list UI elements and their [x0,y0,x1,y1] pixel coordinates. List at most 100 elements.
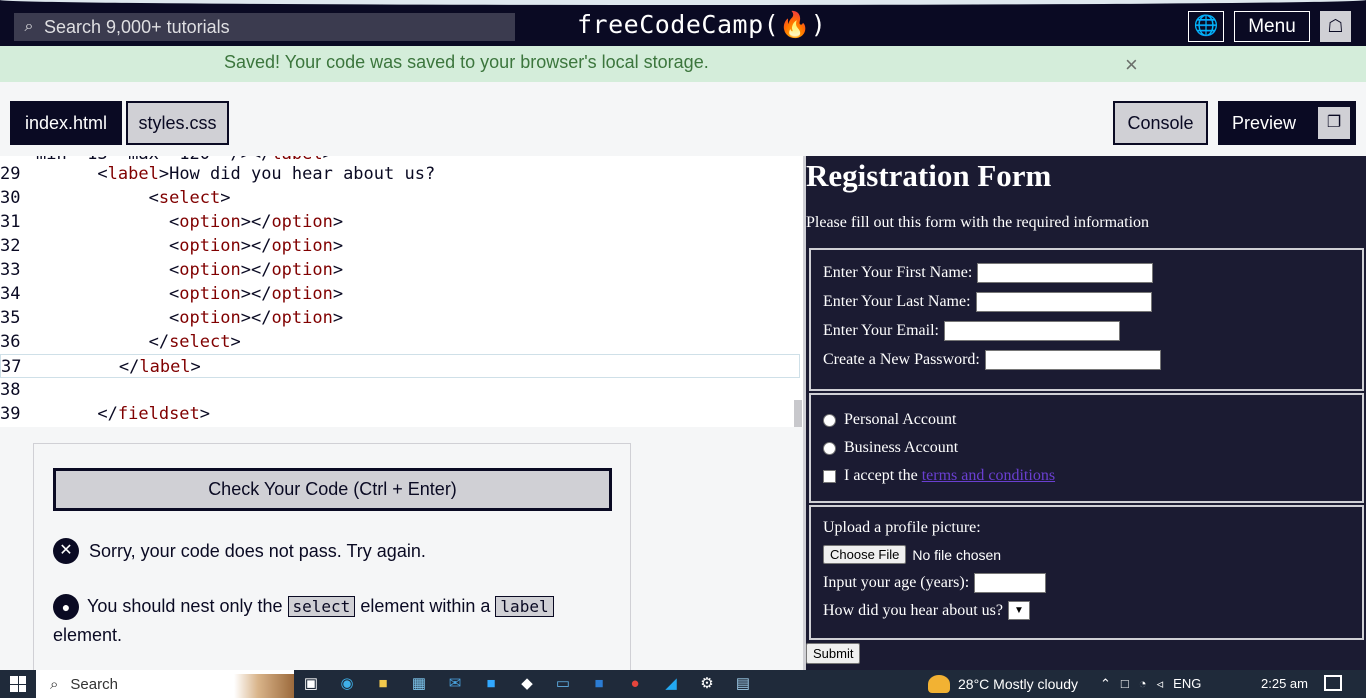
weather-widget[interactable]: 28°C Mostly cloudy [928,675,1078,693]
no-file-text: No file chosen [912,546,1002,563]
task-view-icon[interactable]: ▣ [300,674,322,694]
close-icon[interactable]: × [1125,52,1138,78]
line-number: 34 [0,284,21,304]
code-line[interactable]: 38 [0,378,800,402]
pane-divider[interactable] [803,156,806,670]
tab-index-html[interactable]: index.html [10,101,122,145]
line-number: 32 [0,236,21,256]
fail-text: Sorry, your code does not pass. Try agai… [89,540,426,561]
windows-start-icon[interactable] [10,676,26,692]
code-text: <option></option> [36,284,344,304]
fcc-logo[interactable]: freeCodeCamp(🔥) [577,10,826,40]
age-field[interactable] [974,573,1047,593]
submit-button[interactable]: Submit [806,643,861,664]
business-account-radio[interactable] [823,441,836,455]
hint-suffix: element. [53,625,123,645]
code-editor[interactable]: min="13" max="120" /></label> 29 <label>… [0,156,803,427]
fieldset-account: Personal Account Business Account I acce… [809,393,1364,503]
flash-text: Saved! Your code was saved to your brows… [224,52,709,72]
code-line[interactable]: 32 <option></option> [0,234,800,258]
network-icon[interactable]: □ [1121,676,1129,692]
preview-label: Preview [1232,113,1297,133]
edge-browser-icon[interactable]: ◉ [336,674,358,694]
code-line[interactable]: 30 <select> [0,186,800,210]
lightbulb-icon: ● [53,594,79,621]
code-text: <option></option> [36,236,344,256]
terms-link[interactable]: terms and conditions [922,467,1055,485]
code-line[interactable]: 33 <option></option> [0,258,800,282]
console-button[interactable]: Console [1113,101,1208,145]
choose-file-button[interactable]: Choose File [823,545,907,564]
search-input[interactable]: ⌕ Search 9,000+ tutorials [14,13,515,41]
email-field[interactable] [944,321,1120,341]
settings-gear-icon[interactable]: ⚙ [696,674,718,694]
tab-styles-css[interactable]: styles.css [126,101,229,145]
remote-desktop-icon[interactable]: ▭ [552,674,574,694]
email-row: Enter Your Email: [823,321,1120,341]
code-text: </label> [37,357,201,377]
chevron-up-icon[interactable]: ⌃ [1100,676,1111,692]
code-line[interactable]: 35 <option></option> [0,306,800,330]
file-explorer-icon[interactable]: ■ [372,674,394,694]
security-icon[interactable]: ◆ [516,674,538,694]
hint-middle: element within a [360,596,491,616]
terms-checkbox[interactable] [823,469,836,483]
weather-text: 28°C Mostly cloudy [958,676,1078,692]
code-line[interactable]: 37 </label> [0,354,800,378]
taskbar-search[interactable]: ⌕ Search [36,670,294,698]
chrome-icon[interactable]: ● [624,674,646,694]
wifi-icon[interactable]: ◔ [1139,676,1147,692]
line-number: 29 [0,164,21,184]
line-number: 31 [0,212,21,232]
word-icon[interactable]: ■ [588,674,610,694]
hint-message: ● You should nest only the select element… [53,592,593,649]
line-number: 38 [0,380,21,400]
code-line[interactable]: 39 </fieldset> [0,402,800,426]
menu-button[interactable]: Menu [1234,11,1310,42]
file-row: Choose File No file chosen [823,545,1001,564]
line-number: 39 [0,404,21,424]
hint-prefix: You should nest only the [87,596,283,616]
password-field[interactable] [984,350,1161,370]
business-account-row: Business Account [823,439,958,457]
code-line[interactable]: 31 <option></option> [0,210,800,234]
hear-select[interactable]: ▼ [1007,601,1030,620]
store-icon[interactable]: ▦ [408,674,430,694]
taskbar-search-label: Search [70,675,118,693]
hear-label: How did you hear about us? [823,601,1003,619]
first-name-field[interactable] [977,263,1154,283]
notepad-icon[interactable]: ▤ [732,674,754,694]
avatar[interactable]: ☖ [1320,11,1351,42]
search-placeholder: Search 9,000+ tutorials [44,16,230,37]
first-name-row: Enter Your First Name: [823,263,1154,283]
clock[interactable]: 2:25 am [1261,676,1308,691]
language-globe-icon[interactable]: 🌐 [1188,11,1224,42]
upload-label: Upload a profile picture: [823,519,981,536]
volume-icon[interactable]: ◃ [1157,676,1164,692]
business-account-label: Business Account [844,439,959,456]
preview-button[interactable]: Preview ❐ [1218,101,1356,145]
vscode-icon[interactable]: ◢ [660,674,682,694]
code-line[interactable]: 36 </select> [0,330,800,354]
line-number: 35 [0,308,21,328]
personal-account-label: Personal Account [844,411,957,428]
code-text: </select> [36,332,241,352]
browser-edge [0,0,1366,5]
popout-icon[interactable]: ❐ [1318,107,1350,139]
code-line[interactable]: 34 <option></option> [0,282,800,306]
photoshop-icon[interactable]: ■ [480,674,502,694]
age-row: Input your age (years): [823,573,1047,593]
last-name-field[interactable] [975,292,1152,312]
code-text: <label>How did you hear about us? [36,164,436,184]
notification-icon[interactable] [1324,675,1342,691]
terms-row: I accept the terms and conditions [823,467,1055,485]
code-line[interactable]: 29 <label>How did you hear about us? [0,162,800,186]
hint-code-select: select [287,596,356,617]
personal-account-radio[interactable] [823,413,836,427]
check-code-button[interactable]: Check Your Code (Ctrl + Enter) [53,468,612,511]
mail-icon[interactable]: ✉ [444,674,466,694]
language-indicator[interactable]: ENG [1173,676,1201,692]
line-number: 30 [0,188,21,208]
password-label: Create a New Password: [823,351,980,368]
search-icon: ⌕ [24,18,34,35]
